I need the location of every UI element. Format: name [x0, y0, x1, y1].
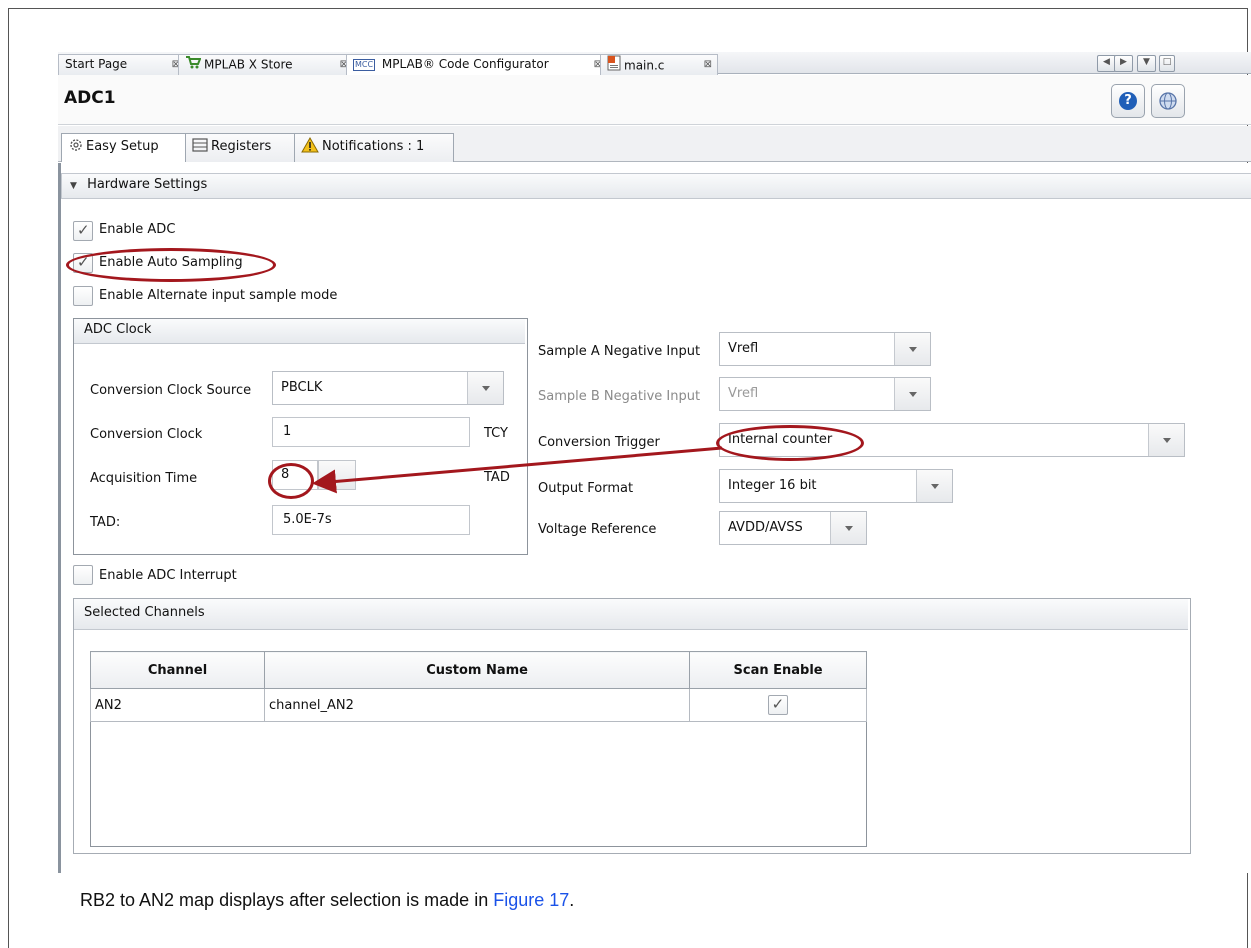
figure-link[interactable]: Figure 17	[493, 890, 569, 910]
figure-caption: RB2 to AN2 map displays after selection …	[80, 890, 574, 911]
annotation-arrow	[312, 446, 723, 494]
caption-end: .	[569, 890, 575, 910]
caption-text: RB2 to AN2 map displays after selection …	[80, 890, 494, 910]
